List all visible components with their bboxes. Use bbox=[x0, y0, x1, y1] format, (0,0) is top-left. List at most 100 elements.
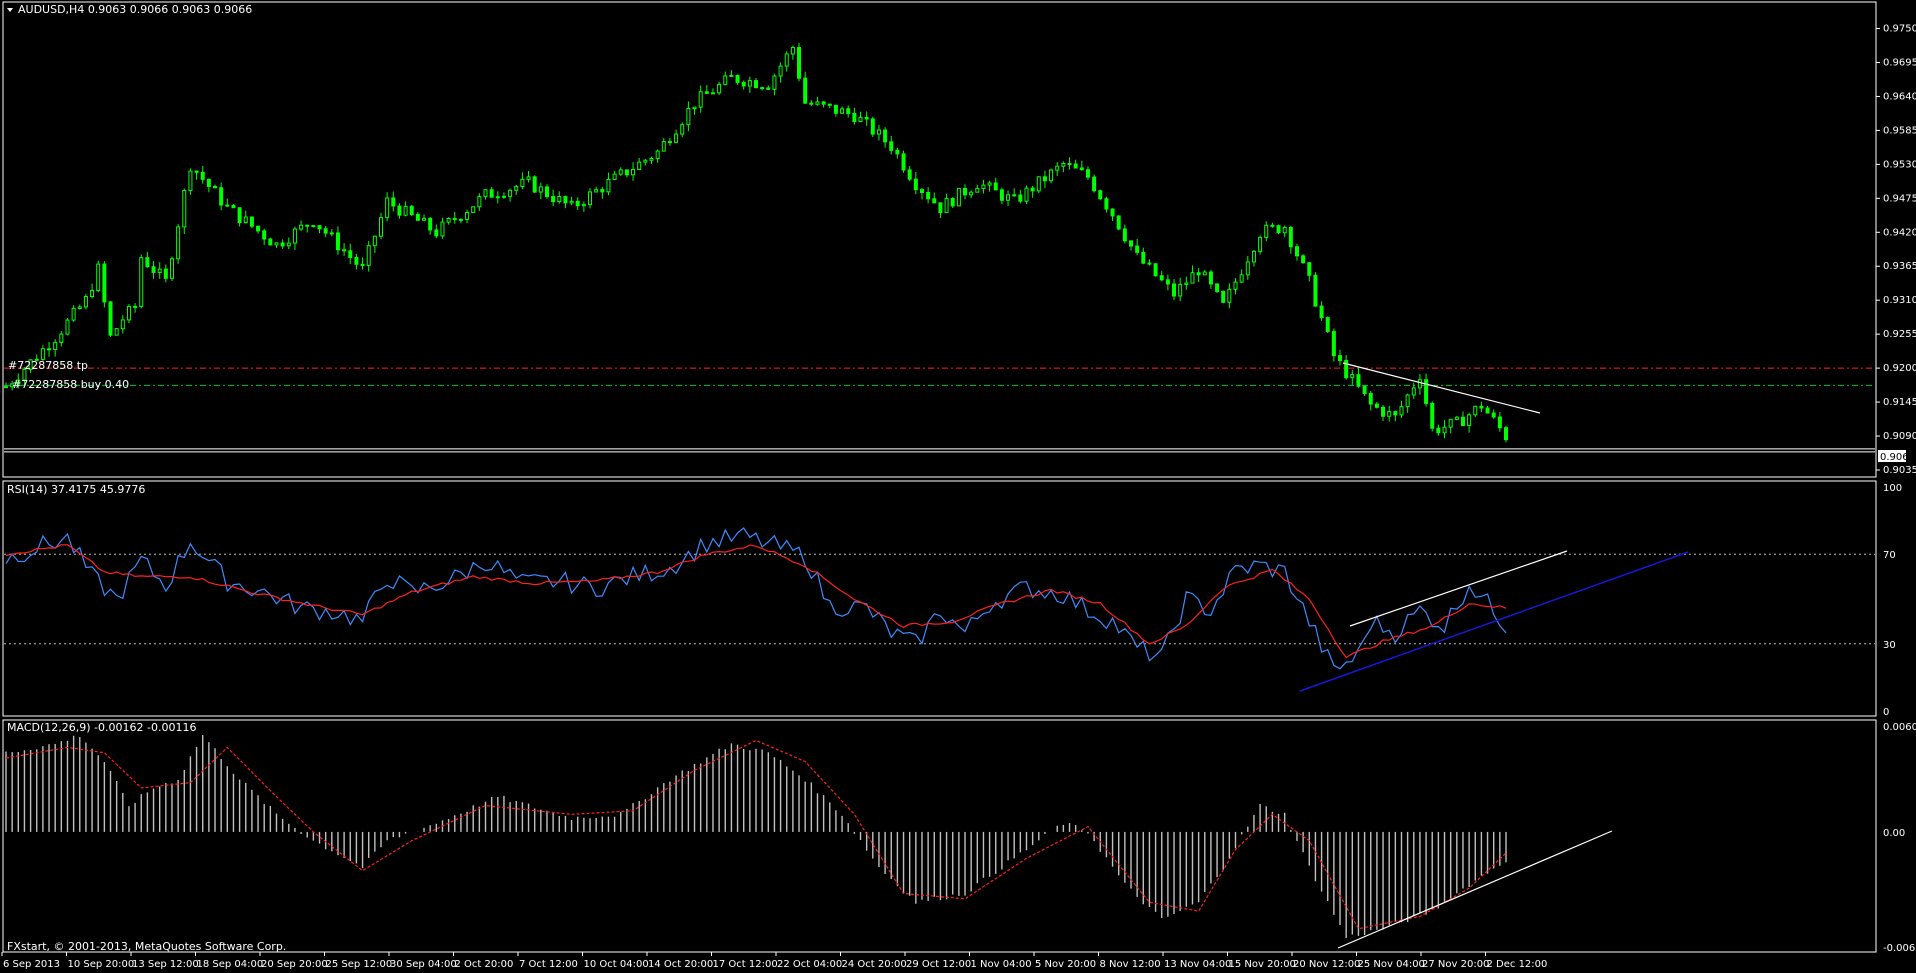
time-tick-label: 10 Oct 04:00 bbox=[584, 959, 649, 970]
time-tick-label: 7 Oct 12:00 bbox=[519, 959, 578, 970]
candle-body bbox=[686, 108, 691, 126]
candle-body bbox=[219, 187, 224, 206]
candle-body bbox=[661, 141, 666, 152]
candle-body bbox=[139, 257, 144, 307]
candle-body bbox=[956, 187, 961, 207]
candle-body bbox=[901, 153, 906, 171]
price-tick-label: 0.9420 bbox=[1883, 227, 1916, 238]
candle-body bbox=[1233, 281, 1238, 290]
time-tick-label: 8 Nov 12:00 bbox=[1100, 959, 1161, 970]
candle-body bbox=[1042, 176, 1047, 182]
candle-body bbox=[606, 178, 611, 193]
candle-body bbox=[631, 169, 636, 176]
candle-body bbox=[741, 81, 746, 87]
candle-body bbox=[1411, 387, 1416, 396]
candle-body bbox=[47, 348, 52, 351]
buy-order-label[interactable]: #72287858 buy 0.40 bbox=[12, 378, 129, 391]
candle-body bbox=[1325, 317, 1330, 333]
candle-body bbox=[1208, 271, 1213, 285]
price-tick-label: 0.9585 bbox=[1883, 125, 1916, 136]
candle-body bbox=[428, 217, 433, 231]
candle-body bbox=[292, 228, 297, 244]
rsi-tick-label: 100 bbox=[1883, 483, 1902, 494]
candle-body bbox=[754, 80, 758, 89]
candle-body bbox=[237, 207, 242, 224]
candle-body bbox=[932, 198, 937, 204]
candle-body bbox=[397, 205, 402, 216]
candle-body bbox=[1473, 405, 1478, 416]
candle-body bbox=[551, 196, 556, 203]
candle-body bbox=[809, 102, 814, 105]
time-tick-label: 20 Sep 20:00 bbox=[261, 959, 328, 970]
rsi-header: RSI(14) 37.4175 45.9776 bbox=[7, 483, 145, 496]
candle-body bbox=[1288, 226, 1293, 248]
candle-body bbox=[532, 176, 537, 193]
candle-body bbox=[833, 104, 838, 114]
candle-body bbox=[1381, 406, 1386, 417]
candle-body bbox=[1301, 255, 1306, 264]
candle-body bbox=[489, 189, 494, 198]
candle-body bbox=[1387, 411, 1392, 417]
candle-body bbox=[96, 263, 101, 291]
candle-body bbox=[1442, 426, 1447, 434]
candle-body bbox=[1245, 261, 1250, 276]
candle-body bbox=[169, 258, 174, 279]
candle-body bbox=[465, 212, 470, 220]
candle-body bbox=[1073, 163, 1078, 169]
candle-body bbox=[1018, 194, 1023, 202]
time-tick-label: 17 Oct 12:00 bbox=[713, 959, 778, 970]
candle-body bbox=[1227, 288, 1232, 303]
candle-body bbox=[188, 170, 193, 191]
candle-body bbox=[213, 185, 218, 189]
candle-body bbox=[77, 306, 82, 309]
candle-body bbox=[944, 197, 949, 214]
chart-canvas[interactable]: 0.9750 0.9695 0.9640 0.9585 0.9530 0.9475 0.94… bbox=[0, 0, 1916, 973]
candle-body bbox=[120, 319, 125, 330]
candle-body bbox=[907, 169, 912, 180]
time-tick-label: 15 Nov 20:00 bbox=[1229, 959, 1296, 970]
candle-body bbox=[471, 206, 476, 214]
candle-body bbox=[913, 178, 918, 191]
candle-body bbox=[1092, 176, 1097, 192]
symbol-header: AUDUSD,H4 0.9063 0.9066 0.9063 0.9066 bbox=[18, 3, 252, 16]
candle-body bbox=[108, 301, 113, 336]
candle-body bbox=[1319, 305, 1324, 319]
chart-background bbox=[0, 0, 1916, 973]
candle-body bbox=[360, 263, 365, 266]
macd-tick-label: 0.00 bbox=[1883, 828, 1905, 839]
candle-body bbox=[883, 129, 888, 143]
candle-body bbox=[1399, 406, 1404, 416]
candle-body bbox=[268, 238, 273, 246]
candle-body bbox=[698, 91, 703, 108]
candle-body bbox=[797, 47, 802, 79]
candle-body bbox=[1454, 416, 1459, 420]
candle-body bbox=[1374, 403, 1379, 408]
candle-body bbox=[1276, 225, 1281, 234]
candle-body bbox=[102, 263, 107, 303]
candle-body bbox=[1215, 283, 1220, 292]
candle-body bbox=[458, 218, 463, 221]
candle-body bbox=[366, 245, 371, 266]
candle-body bbox=[1467, 414, 1472, 427]
candle-body bbox=[256, 225, 261, 232]
candle-body bbox=[692, 106, 697, 110]
time-tick-label: 2 Dec 12:00 bbox=[1487, 959, 1548, 970]
candle-body bbox=[1061, 163, 1066, 167]
candle-body bbox=[483, 189, 488, 198]
candle-body bbox=[1165, 279, 1170, 285]
candle-body bbox=[1460, 416, 1465, 427]
candle-body bbox=[477, 196, 482, 208]
candle-body bbox=[71, 307, 76, 321]
candle-body bbox=[815, 101, 820, 105]
candle-body bbox=[1331, 331, 1336, 357]
tp-order-label[interactable]: #72287858 tp bbox=[8, 359, 88, 372]
candle-body bbox=[889, 141, 894, 151]
candle-body bbox=[643, 159, 648, 163]
candle-body bbox=[1368, 392, 1373, 405]
candle-body bbox=[588, 191, 593, 205]
candle-body bbox=[422, 217, 427, 221]
candle-body bbox=[391, 197, 396, 207]
candle-body bbox=[274, 242, 279, 246]
candle-body bbox=[182, 189, 187, 228]
candle-body bbox=[821, 101, 826, 105]
